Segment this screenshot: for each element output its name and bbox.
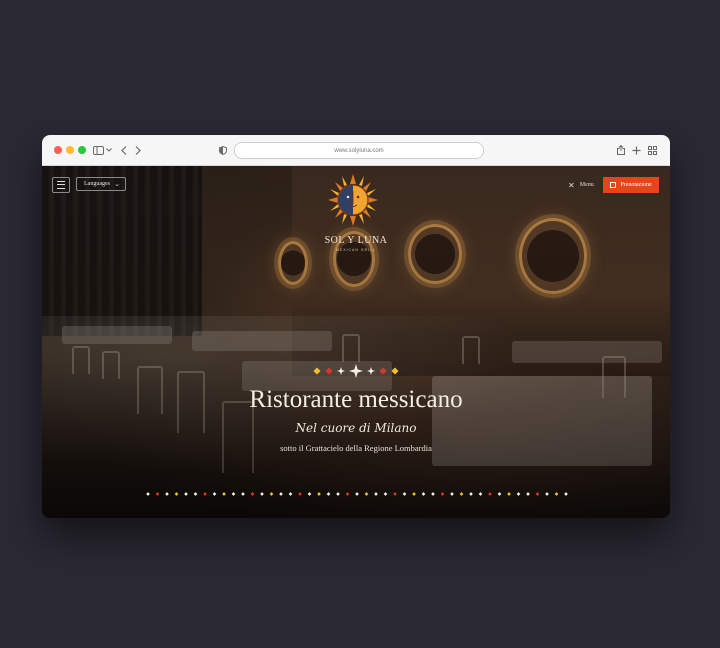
ornament-dot <box>298 492 302 496</box>
close-window-button[interactable] <box>54 146 62 154</box>
reservation-button[interactable]: Prenotazione <box>603 177 659 193</box>
share-icon[interactable] <box>616 143 626 157</box>
logo-tagline: MEXICAN GRILL <box>335 248 377 252</box>
ornament-dot <box>155 492 160 496</box>
ornament-dot <box>554 492 559 496</box>
minimize-window-button[interactable] <box>66 146 74 154</box>
ornament-dot <box>497 492 502 496</box>
ornament-dot <box>279 492 283 496</box>
ornament-dot <box>165 492 169 496</box>
address-bar[interactable]: www.solyluna.com <box>234 142 484 159</box>
ornament-dot <box>193 492 198 496</box>
tabs-grid-icon[interactable] <box>647 143 657 157</box>
ornament-dot <box>383 492 388 496</box>
utensils-icon: ✕ <box>568 180 575 190</box>
hamburger-icon <box>57 181 65 189</box>
chevron-down-icon[interactable] <box>105 143 113 157</box>
chevron-down-icon: ⌄ <box>114 180 120 188</box>
hero-title: Ristorante messicano <box>249 386 463 413</box>
ornament-dot <box>393 492 397 496</box>
decorative-ornament <box>313 364 399 378</box>
ornament-dot <box>516 492 521 496</box>
ornament-dot <box>231 492 236 496</box>
hero-location-subtitle: sotto il Grattacielo della Regione Lomba… <box>280 443 432 453</box>
ornament-dot <box>412 492 416 496</box>
maximize-window-button[interactable] <box>78 146 86 154</box>
calendar-icon <box>610 182 617 188</box>
ornament-dot <box>345 492 350 496</box>
back-icon[interactable] <box>119 143 129 157</box>
ornament-dot <box>364 492 369 496</box>
ornament-dot <box>431 492 435 496</box>
ornament-dot <box>222 492 226 496</box>
ornament-dot <box>241 492 245 496</box>
ornament-dot <box>250 492 255 496</box>
ornament-dot <box>269 492 274 496</box>
menu-label: Menu <box>579 182 594 188</box>
hero-section: Languages ⌄ SOL Y LUNA MEXICAN GRILL ✕ M… <box>42 166 670 518</box>
sidebar-icon[interactable] <box>92 143 104 157</box>
reservation-label: Prenotazione <box>620 182 652 188</box>
ornament-dot <box>402 492 407 496</box>
ornament-dot <box>336 492 340 496</box>
ornament-dot <box>450 492 454 496</box>
forward-icon[interactable] <box>133 143 143 157</box>
browser-window: www.solyluna.com Languages ⌄ SOL Y LUNA … <box>42 135 670 518</box>
logo-wordmark: SOL Y LUNA <box>324 235 388 246</box>
ornament-dot <box>326 492 331 496</box>
languages-label: Languages <box>84 181 110 187</box>
ornament-dot <box>469 492 473 496</box>
ornament-dot <box>288 492 293 496</box>
ornament-dot <box>526 492 530 496</box>
ornament-dot <box>174 492 179 496</box>
browser-toolbar: www.solyluna.com <box>42 135 670 166</box>
sol-y-luna-logo[interactable] <box>328 174 378 226</box>
ornament-dot <box>421 492 426 496</box>
ornament-dot <box>184 492 188 496</box>
ornament-dot <box>374 492 378 496</box>
ornament-dot <box>535 492 540 496</box>
ornament-dot <box>478 492 483 496</box>
ornament-dot <box>317 492 321 496</box>
menu-link[interactable]: ✕ Menu <box>568 178 594 192</box>
ornament-dot <box>355 492 359 496</box>
url-text: www.solyluna.com <box>334 147 384 154</box>
ornament-dot <box>564 492 568 496</box>
ornament-dot <box>260 492 264 496</box>
decorative-dot-border <box>146 492 568 496</box>
ornament-dot <box>146 492 150 496</box>
ornament-dot <box>212 492 217 496</box>
ornament-dot <box>507 492 511 496</box>
hamburger-menu-button[interactable] <box>52 177 70 193</box>
languages-dropdown[interactable]: Languages ⌄ <box>76 177 126 191</box>
ornament-dot <box>488 492 492 496</box>
ornament-dot <box>307 492 312 496</box>
shield-icon <box>218 143 228 157</box>
ornament-dot <box>459 492 464 496</box>
plus-icon[interactable] <box>631 143 641 157</box>
ornament-dot <box>203 492 207 496</box>
ornament-dot <box>440 492 445 496</box>
ornament-dot <box>545 492 549 496</box>
hero-script-subtitle: Nel cuore di Milano <box>295 421 417 435</box>
